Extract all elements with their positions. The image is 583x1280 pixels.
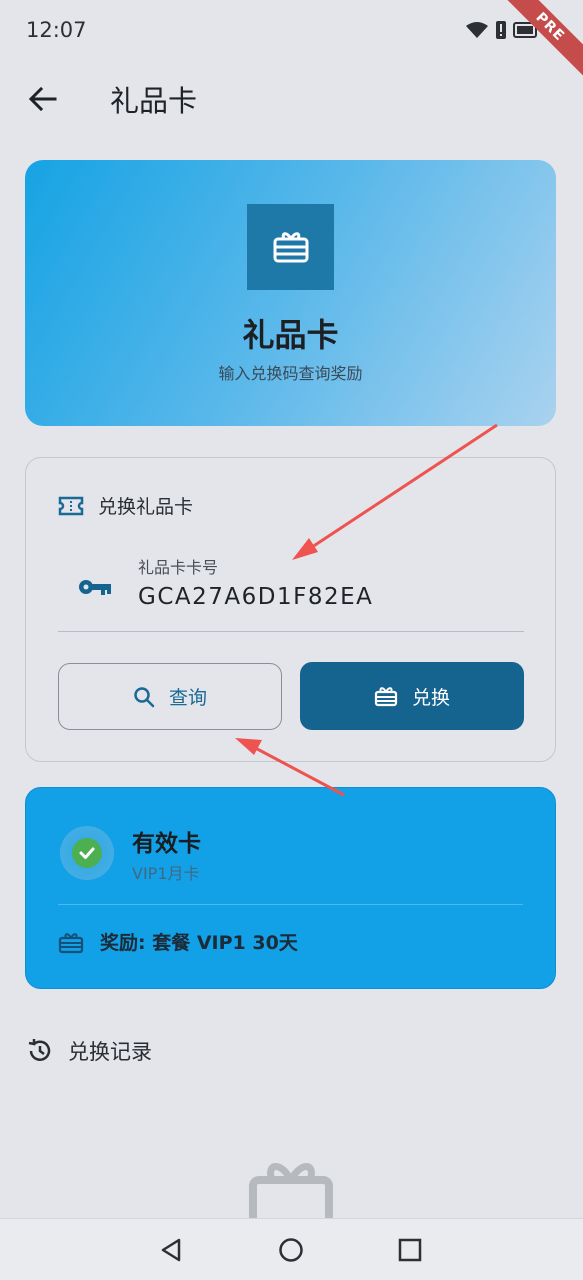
gift-card-number-field[interactable]: 礼品卡卡号 GCA27A6D1F82EA (58, 546, 524, 632)
history-header: 兑换记录 (26, 1036, 152, 1066)
ticket-icon (58, 496, 84, 515)
redeem-section-header: 兑换礼品卡 (58, 492, 193, 519)
history-icon (28, 1039, 51, 1061)
redeem-button-label: 兑换 (411, 686, 450, 709)
result-subtitle: VIP1月卡 (132, 864, 200, 883)
result-divider (58, 904, 523, 905)
hero-icon-box (247, 204, 334, 290)
redeem-button[interactable]: 兑换 (300, 662, 524, 730)
reward-text: 奖励: 套餐 VIP1 30天 (100, 932, 298, 954)
gift-card-icon (58, 932, 84, 953)
redeem-card: 兑换礼品卡 礼品卡卡号 GCA27A6D1F82EA 查询 兑换 (25, 457, 556, 762)
status-time: 12:07 (26, 18, 87, 42)
nav-home-icon[interactable] (278, 1237, 304, 1263)
check-circle-icon (72, 838, 102, 868)
alert-icon (496, 21, 506, 39)
result-card: 有效卡 VIP1月卡 奖励: 套餐 VIP1 30天 (25, 787, 556, 989)
check-halo (60, 826, 114, 880)
nav-back-icon[interactable] (158, 1237, 184, 1263)
search-icon (134, 686, 155, 707)
status-icons (465, 20, 539, 40)
arrow-back-icon (28, 86, 57, 112)
hero-card: 礼品卡 输入兑换码查询奖励 (25, 160, 556, 426)
gift-illustration-icon (249, 1163, 333, 1218)
hero-title: 礼品卡 (242, 316, 339, 354)
query-button[interactable]: 查询 (58, 663, 282, 730)
field-label: 礼品卡卡号 (138, 558, 219, 577)
redeem-section-title: 兑换礼品卡 (98, 496, 194, 518)
wifi-icon (466, 22, 488, 38)
result-title: 有效卡 (132, 831, 201, 857)
hero-subtitle: 输入兑换码查询奖励 (218, 364, 363, 383)
status-bar: 12:07 PRE (0, 0, 583, 88)
back-button[interactable] (26, 82, 60, 116)
system-nav-bar (0, 1218, 583, 1280)
gift-card-number-input[interactable]: GCA27A6D1F82EA (138, 584, 373, 610)
key-icon (79, 580, 111, 595)
nav-recent-apps-icon[interactable] (398, 1238, 422, 1262)
reward-row: 奖励: 套餐 VIP1 30天 (58, 928, 298, 955)
app-bar: 礼品卡 (0, 62, 583, 134)
query-button-label: 查询 (168, 687, 207, 709)
check-icon (79, 847, 95, 859)
gift-card-icon (273, 232, 308, 263)
page-title: 礼品卡 (110, 84, 198, 118)
history-title: 兑换记录 (68, 1040, 152, 1064)
gift-card-icon (374, 687, 398, 707)
